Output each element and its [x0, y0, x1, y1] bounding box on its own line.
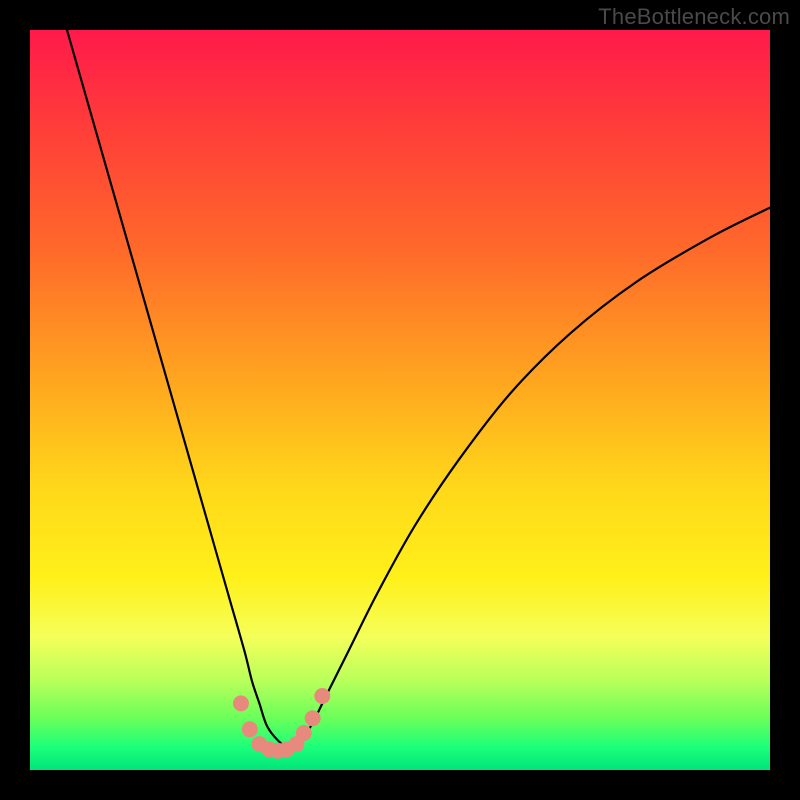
chart-frame: TheBottleneck.com — [0, 0, 800, 800]
trough-markers — [233, 688, 330, 759]
watermark-text: TheBottleneck.com — [598, 4, 790, 30]
trough-marker — [314, 688, 330, 704]
trough-marker — [233, 695, 249, 711]
curve-svg — [30, 30, 770, 770]
bottleneck-curve — [67, 30, 770, 748]
trough-marker — [296, 725, 312, 741]
plot-area — [30, 30, 770, 770]
trough-marker — [305, 710, 321, 726]
trough-marker — [242, 721, 258, 737]
